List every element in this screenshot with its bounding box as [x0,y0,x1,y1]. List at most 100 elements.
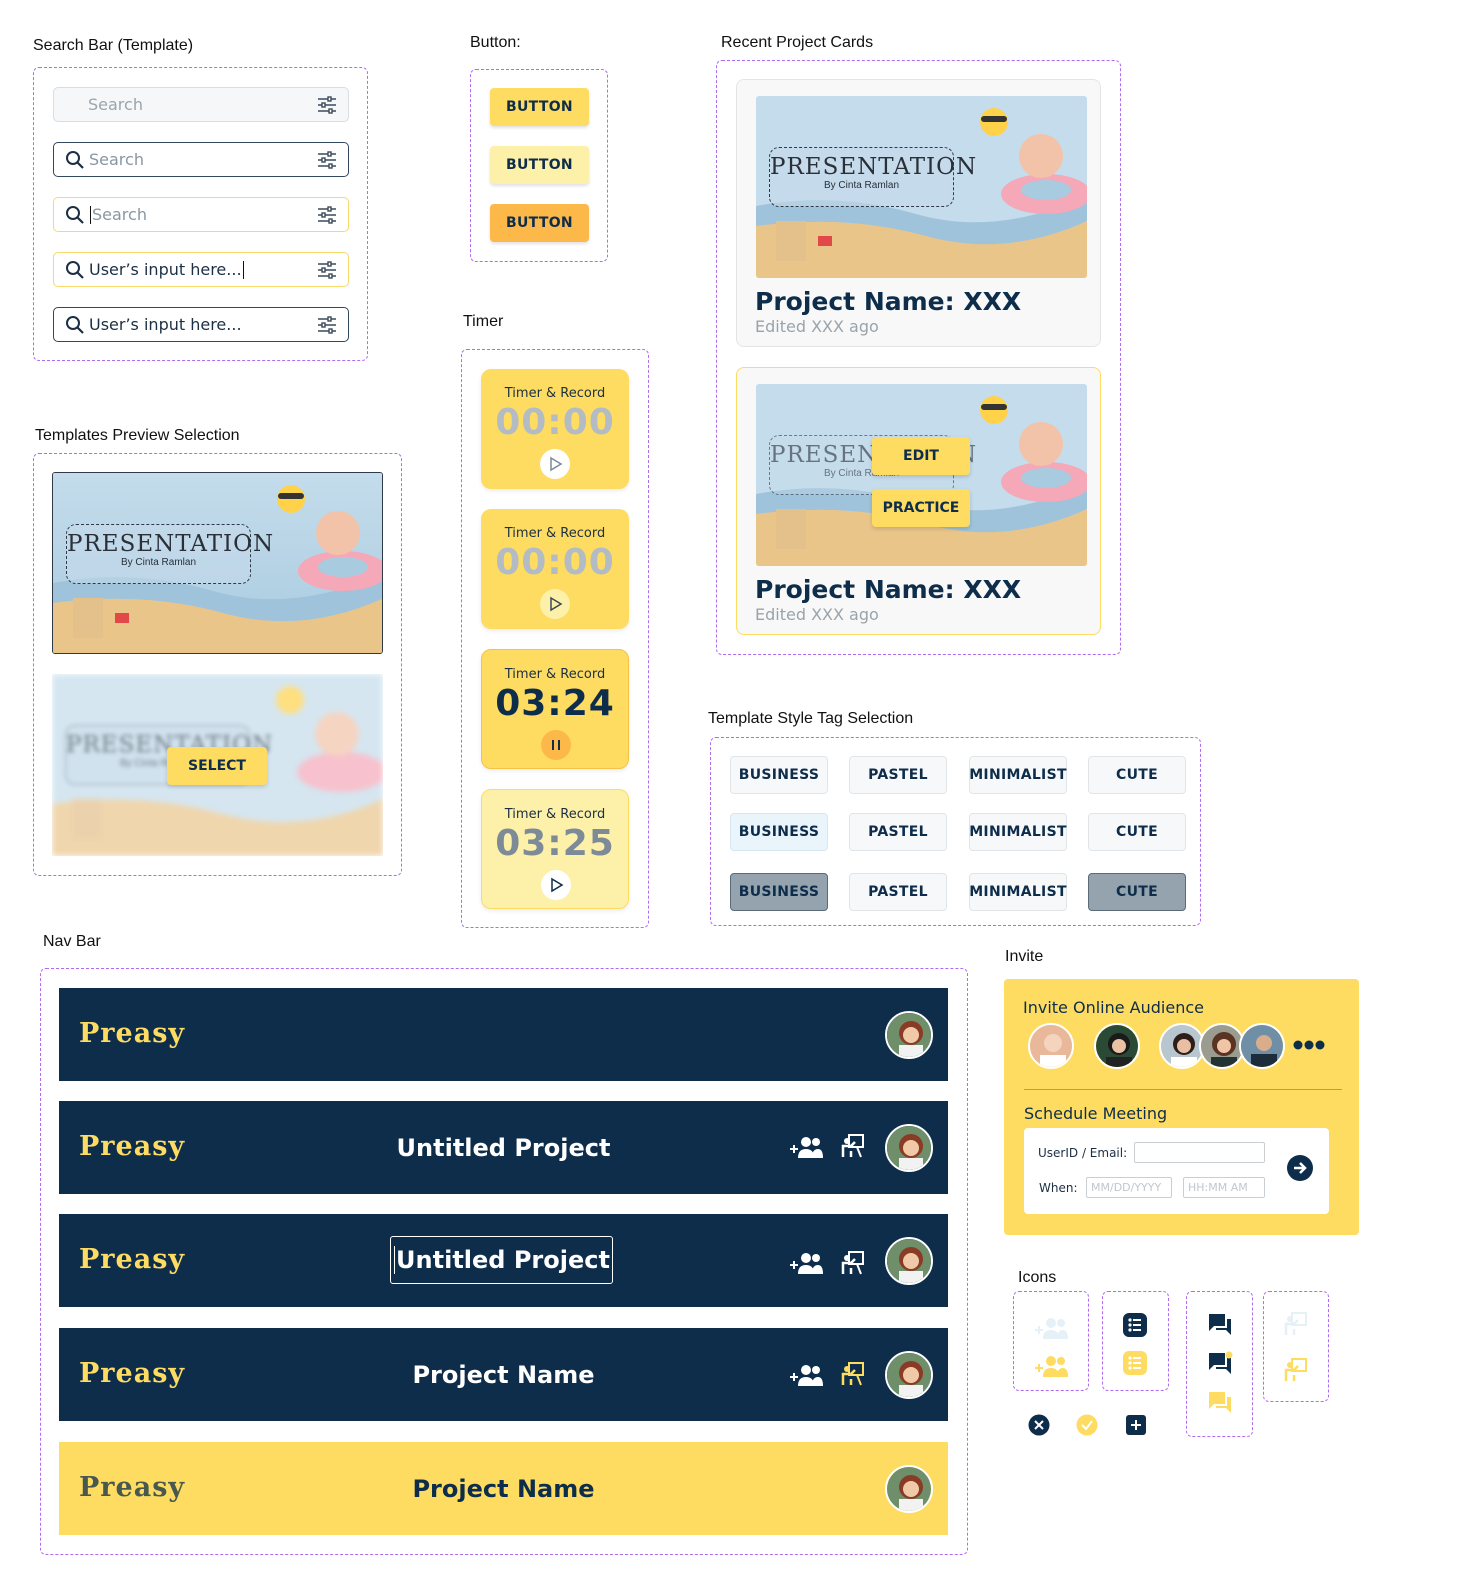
add-user-icon[interactable] [790,1134,824,1160]
presenter-icon-set [1263,1291,1329,1402]
tag-pastel[interactable]: PASTEL [849,756,947,794]
filter-icon[interactable] [316,94,338,116]
search-value[interactable]: User’s input here... [89,315,316,334]
search-bar-focused[interactable]: Search [53,197,349,232]
project-name: Project Name: XXX [755,575,1022,604]
tag-business[interactable]: BUSINESS [730,756,828,794]
preasy-logo[interactable]: Preasy [79,1018,185,1049]
search-bar-filled[interactable]: User’s input here... [53,307,349,342]
avatar[interactable] [885,1124,933,1172]
slide-author: By Cinta Ramlan [120,557,197,568]
presenter-icon[interactable] [841,1133,865,1159]
more-icon[interactable] [1292,1039,1326,1051]
search-input[interactable]: User’s input here... [89,260,316,280]
filter-icon[interactable] [316,149,338,171]
tag-minimalist[interactable]: MINIMALIST [969,873,1067,911]
play-button[interactable] [541,870,571,900]
add-user-icon[interactable] [1033,1353,1071,1379]
avatar[interactable] [885,1351,933,1399]
search-bar-hover[interactable]: Search [53,142,349,177]
tag-minimalist[interactable]: MINIMALIST [969,756,1067,794]
project-title-input[interactable]: Untitled Project [390,1236,613,1284]
list-icon[interactable] [1123,1313,1147,1337]
presenter-icon[interactable] [841,1250,865,1276]
nav-bar-section-title: Nav Bar [43,933,101,950]
tag-business-selected[interactable]: BUSINESS [730,873,828,911]
invite-online-title: Invite Online Audience [1023,998,1204,1017]
add-user-icon[interactable] [1033,1315,1071,1341]
project-title[interactable]: Project Name [59,1442,948,1535]
timer-card-hover: Timer & Record 00:00 [481,509,629,629]
list-icon[interactable] [1123,1351,1147,1375]
schedule-form: UserID / Email: When: MM/DD/YYYY HH:MM A… [1024,1128,1329,1214]
slide-title: PRESENTATION [770,154,978,180]
play-icon [551,877,564,893]
pause-button[interactable] [541,730,571,760]
user-photo [1030,1025,1072,1067]
play-button[interactable] [540,449,570,479]
tag-cute-selected[interactable]: CUTE [1088,873,1186,911]
close-circle-icon[interactable] [1028,1414,1050,1436]
filter-icon[interactable] [316,259,338,281]
chat-icon[interactable] [1207,1312,1233,1338]
plus-square-icon[interactable] [1125,1414,1147,1436]
schedule-meeting-title: Schedule Meeting [1024,1104,1168,1123]
project-card[interactable]: PRESENTATION By Cinta Ramlan Project Nam… [736,79,1101,347]
tag-minimalist[interactable]: MINIMALIST [969,813,1067,851]
avatar[interactable] [885,1011,933,1059]
submit-arrow-icon[interactable] [1286,1154,1314,1182]
play-icon [550,456,563,472]
presenter-icon[interactable] [1284,1311,1308,1337]
chat-icon[interactable] [1207,1390,1233,1416]
timer-section-title: Timer [463,313,504,330]
search-input[interactable]: Search [89,205,316,225]
button-pressed[interactable]: BUTTON [490,204,589,242]
template-thumbnail-selected[interactable]: PRESENTATION By Cinta Ramlan [52,472,383,654]
search-bar-default[interactable]: Search [53,87,349,122]
edit-button[interactable]: EDIT [872,437,970,475]
slide-title: PRESENTATION [67,531,275,557]
filter-icon[interactable] [316,314,338,336]
add-user-icon[interactable] [790,1250,824,1276]
timer-card-idle: Timer & Record 00:00 [481,369,629,489]
button-hover[interactable]: BUTTON [490,146,589,184]
list-icon-set [1102,1291,1169,1391]
tag-pastel[interactable]: PASTEL [849,813,947,851]
project-card-hover[interactable]: PRESENTATION By Cinta Ramlan EDIT PRACTI… [736,367,1101,635]
templates-preview-section-title: Templates Preview Selection [35,427,240,444]
play-button[interactable] [540,589,570,619]
avatar[interactable] [885,1465,933,1513]
presenter-icon[interactable] [841,1361,865,1387]
audience-avatar[interactable] [1239,1023,1285,1069]
avatar[interactable] [885,1237,933,1285]
project-title-value: Untitled Project [396,1246,610,1274]
time-field[interactable]: HH:MM AM [1183,1177,1265,1198]
search-bar-typing[interactable]: User’s input here... [53,252,349,287]
select-button[interactable]: SELECT [167,747,267,785]
add-user-icon[interactable] [790,1362,824,1388]
userid-field[interactable] [1134,1142,1265,1163]
presenter-icon[interactable] [1284,1357,1308,1383]
tag-business-hover[interactable]: BUSINESS [730,813,828,851]
pause-icon [552,740,560,750]
audience-avatar[interactable] [1028,1023,1074,1069]
audience-avatar[interactable] [1094,1023,1140,1069]
search-placeholder: Search [88,95,143,114]
check-circle-icon[interactable] [1076,1414,1098,1436]
button-default[interactable]: BUTTON [490,88,589,126]
practice-button[interactable]: PRACTICE [872,489,970,527]
invite-panel: Invite Online Audience Schedule Meeting … [1004,979,1359,1235]
chat-icon[interactable] [1207,1351,1233,1377]
filter-icon[interactable] [316,204,338,226]
date-field[interactable]: MM/DD/YYYY [1086,1177,1172,1198]
tag-cute[interactable]: CUTE [1088,813,1186,851]
preasy-logo[interactable]: Preasy [79,1244,185,1275]
tag-pastel[interactable]: PASTEL [849,873,947,911]
slide-title-box: PRESENTATION By Cinta Ramlan [769,147,978,207]
timer-label: Timer & Record [504,386,606,401]
project-thumbnail: PRESENTATION By Cinta Ramlan [756,384,1087,566]
text-caret [90,206,91,225]
search-bar-section-title: Search Bar (Template) [33,37,194,54]
timer-value: 00:00 [495,402,615,443]
tag-cute[interactable]: CUTE [1088,756,1186,794]
